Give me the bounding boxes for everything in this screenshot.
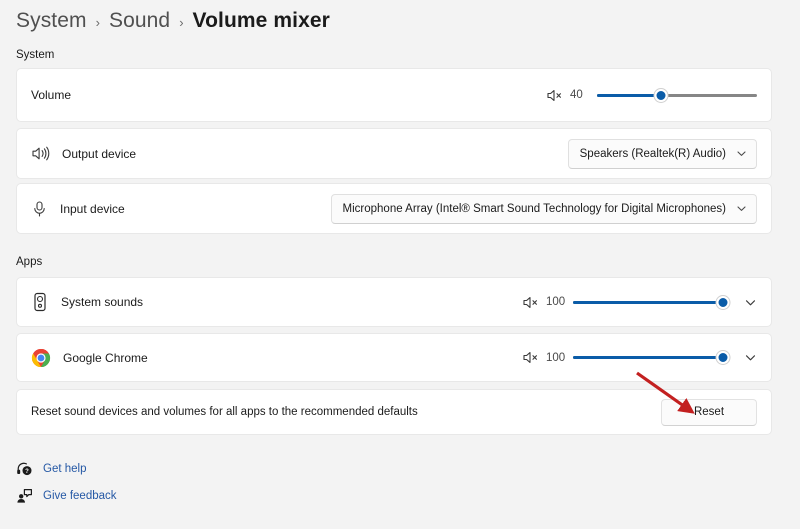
system-sounds-label: System sounds <box>61 295 143 309</box>
output-device-dropdown[interactable]: Speakers (Realtek(R) Audio) <box>568 139 757 169</box>
reset-row: Reset sound devices and volumes for all … <box>16 389 772 435</box>
speaker-mute-icon[interactable] <box>522 350 539 365</box>
chevron-down-icon[interactable] <box>743 351 757 365</box>
section-label-apps: Apps <box>16 256 42 268</box>
input-device-row: Input device Microphone Array (Intel® Sm… <box>16 183 772 234</box>
give-feedback-link[interactable]: Give feedback <box>16 488 117 504</box>
reset-button[interactable]: Reset <box>661 399 757 426</box>
google-chrome-slider-fill <box>573 356 723 359</box>
google-chrome-row-right: 100 <box>522 350 757 366</box>
google-chrome-row-left: Google Chrome <box>31 348 522 368</box>
input-device-row-right: Microphone Array (Intel® Smart Sound Tec… <box>331 194 757 224</box>
system-sounds-slider-thumb[interactable] <box>717 296 730 309</box>
volume-slider-thumb[interactable] <box>655 89 668 102</box>
volume-mixer-page: System › Sound › Volume mixer System Vol… <box>0 0 800 529</box>
section-label-system: System <box>16 49 54 61</box>
breadcrumb-separator-icon: › <box>96 13 100 30</box>
chevron-down-icon[interactable] <box>736 148 747 159</box>
microphone-icon <box>31 200 48 218</box>
system-sounds-slider-group: 100 <box>522 294 757 310</box>
google-chrome-label: Google Chrome <box>63 351 148 365</box>
system-sounds-row-left: System sounds <box>31 291 522 313</box>
system-sounds-slider-fill <box>573 301 723 304</box>
speaker-mute-icon[interactable] <box>522 295 539 310</box>
input-device-label: Input device <box>60 202 125 216</box>
reset-row-left: Reset sound devices and volumes for all … <box>31 406 661 418</box>
volume-slider-group: 40 <box>546 87 757 103</box>
system-sounds-row-right: 100 <box>522 294 757 310</box>
speaker-waves-icon <box>31 145 50 162</box>
volume-row: Volume 40 <box>16 68 772 122</box>
feedback-person-icon <box>16 488 33 504</box>
input-device-row-left: Input device <box>31 200 331 218</box>
google-chrome-slider[interactable] <box>573 350 723 366</box>
output-device-row-left: Output device <box>31 145 568 162</box>
system-sounds-value: 100 <box>546 296 566 308</box>
get-help-link[interactable]: ? Get help <box>16 461 86 477</box>
system-speaker-icon <box>31 291 49 313</box>
breadcrumb-item-volume-mixer: Volume mixer <box>193 9 330 33</box>
give-feedback-label: Give feedback <box>43 490 117 502</box>
volume-row-left: Volume <box>31 88 546 102</box>
get-help-label: Get help <box>43 463 86 475</box>
output-device-row: Output device Speakers (Realtek(R) Audio… <box>16 128 772 179</box>
volume-value: 40 <box>570 89 590 101</box>
volume-row-right: 40 <box>546 87 757 103</box>
volume-slider[interactable] <box>597 87 757 103</box>
google-chrome-icon <box>31 348 51 368</box>
input-device-selected-value: Microphone Array (Intel® Smart Sound Tec… <box>343 203 726 215</box>
output-device-selected-value: Speakers (Realtek(R) Audio) <box>580 148 726 160</box>
app-row-system-sounds: System sounds 100 <box>16 277 772 327</box>
google-chrome-value: 100 <box>546 352 566 364</box>
speaker-mute-icon[interactable] <box>546 88 563 103</box>
help-headset-icon: ? <box>16 461 33 477</box>
volume-label: Volume <box>31 88 71 102</box>
input-device-dropdown[interactable]: Microphone Array (Intel® Smart Sound Tec… <box>331 194 757 224</box>
breadcrumb: System › Sound › Volume mixer <box>16 4 330 38</box>
google-chrome-slider-thumb[interactable] <box>717 351 730 364</box>
output-device-label: Output device <box>62 147 136 161</box>
breadcrumb-item-system[interactable]: System <box>16 9 87 33</box>
google-chrome-slider-group: 100 <box>522 350 757 366</box>
volume-slider-fill <box>597 94 661 97</box>
output-device-row-right: Speakers (Realtek(R) Audio) <box>568 139 757 169</box>
breadcrumb-item-sound[interactable]: Sound <box>109 9 170 33</box>
chevron-down-icon[interactable] <box>736 203 747 214</box>
svg-text:?: ? <box>25 469 29 475</box>
chevron-down-icon[interactable] <box>743 295 757 309</box>
breadcrumb-separator-icon: › <box>179 13 183 30</box>
reset-description: Reset sound devices and volumes for all … <box>31 406 418 418</box>
system-sounds-slider[interactable] <box>573 294 723 310</box>
app-row-google-chrome: Google Chrome 100 <box>16 333 772 382</box>
reset-row-right: Reset <box>661 399 757 426</box>
